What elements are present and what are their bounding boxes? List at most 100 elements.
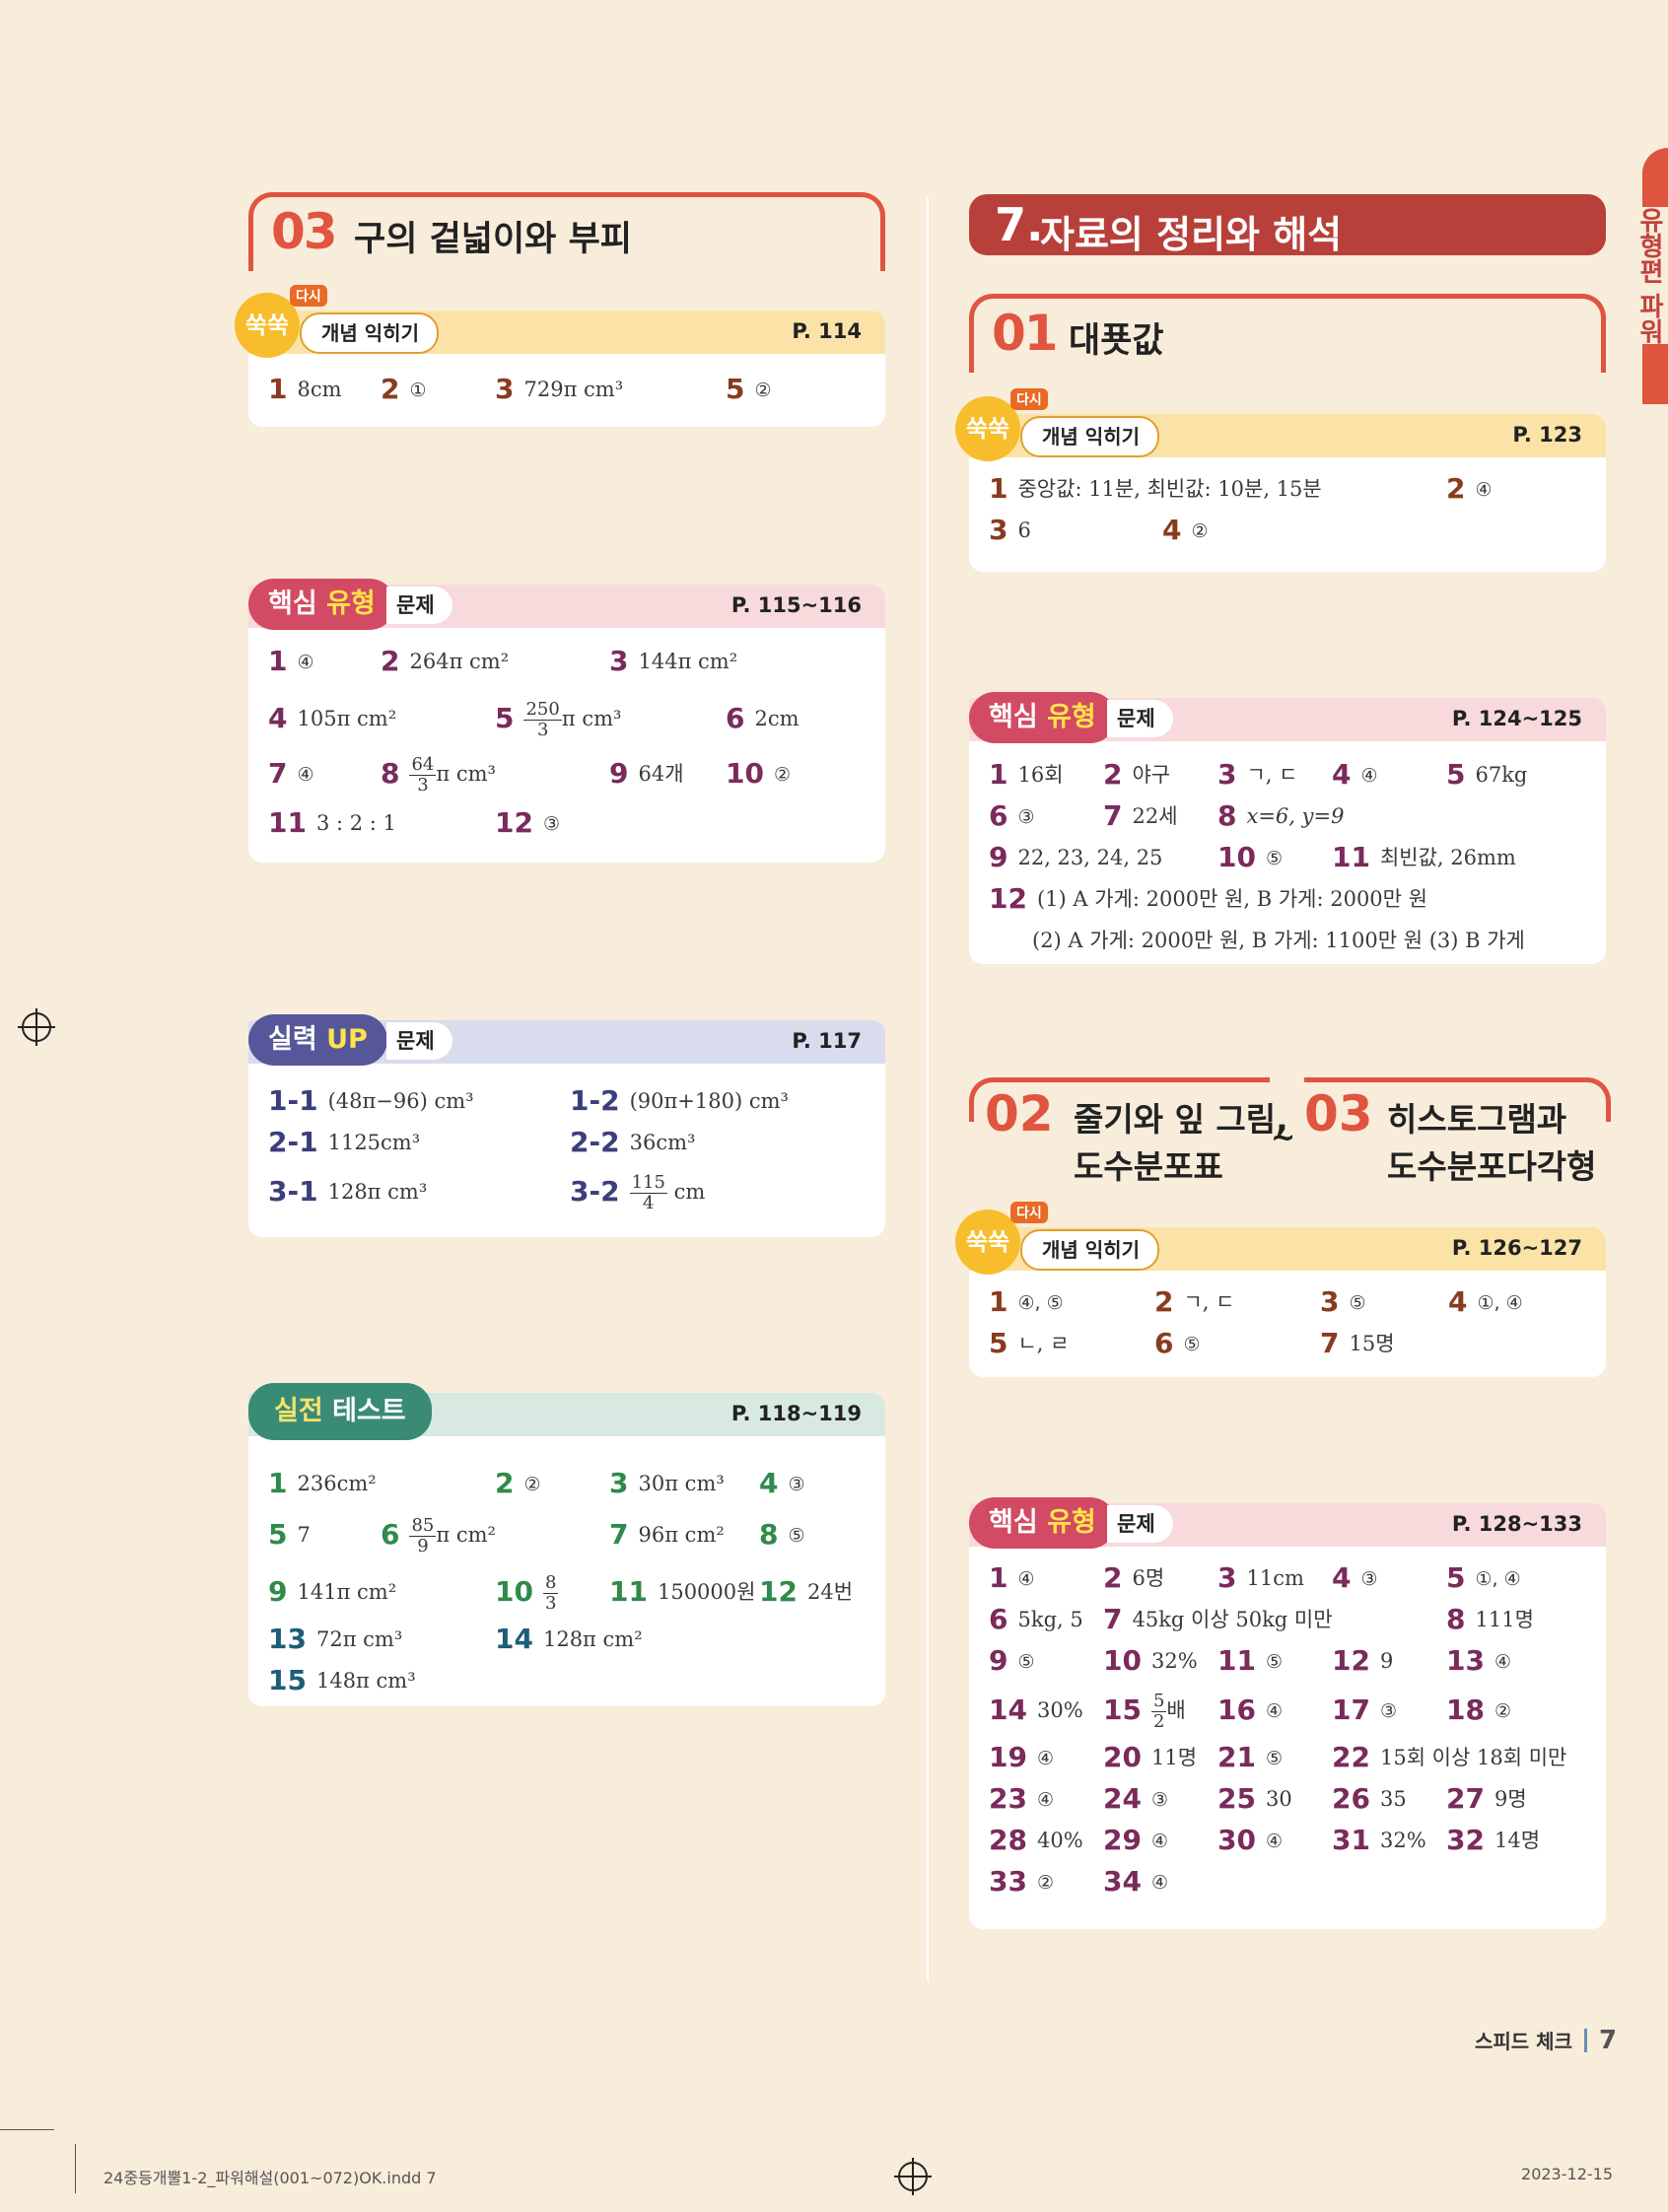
answer-item: 26 35 bbox=[1332, 1779, 1407, 1819]
answer-value: 128π cm² bbox=[542, 1627, 643, 1651]
answer-item: 10 32% bbox=[1103, 1641, 1198, 1681]
answer-num: 2-2 bbox=[570, 1126, 620, 1158]
answer-value: π cm² bbox=[436, 1523, 496, 1547]
answer-value: ③ bbox=[1150, 1789, 1169, 1811]
answer-num: 2 bbox=[381, 373, 400, 405]
test-box: 실전 테스트 P. 118~119 1 236cm² 2② 3 30π cm³ 4③… bbox=[248, 1383, 885, 1706]
answer-row: 5 ㄴ, ㄹ 6⑤ 7 15명 bbox=[969, 1324, 1606, 1365]
page-ref: P. 128~133 bbox=[1451, 1512, 1582, 1536]
answer-value: ⑤ bbox=[1265, 848, 1284, 869]
answer-num: 23 bbox=[989, 1782, 1027, 1815]
answer-num: 5 bbox=[726, 373, 745, 405]
answer-item: 15 148π cm³ bbox=[268, 1661, 416, 1700]
answer-value: ⑤ bbox=[1183, 1334, 1201, 1355]
answer-num: 8 bbox=[1446, 1603, 1466, 1635]
answer-item: 8⑤ bbox=[759, 1515, 805, 1555]
answer-item: 27 9명 bbox=[1446, 1779, 1527, 1819]
answer-value: ③ bbox=[1379, 1700, 1398, 1722]
dasi-tag: 다시 bbox=[1010, 1202, 1048, 1223]
answer-value: 150000원 bbox=[657, 1580, 756, 1604]
answer-value: 15명 bbox=[1349, 1332, 1395, 1355]
answer-value: ④ bbox=[1475, 479, 1493, 501]
answer-item: 21 ⑤ bbox=[1217, 1738, 1283, 1778]
answer-num: 4 bbox=[1162, 514, 1182, 546]
answer-item: 3 144π cm² bbox=[609, 642, 737, 681]
answer-num: 4 bbox=[268, 702, 288, 734]
section-title-01: 01 대푯값 bbox=[969, 294, 1606, 373]
concept-box-header: 쑥쑥 다시 개념 익히기 P. 126~127 bbox=[955, 1202, 1606, 1275]
file-name: 24중등개뿔1-2_파워해설(001~072)OK.indd 7 bbox=[104, 2169, 437, 2187]
answer-num: 15 bbox=[1103, 1694, 1142, 1726]
answer-row: 33 ② 34 ④ bbox=[969, 1862, 1606, 1903]
denominator: 3 bbox=[536, 720, 549, 740]
answer-num: 9 bbox=[268, 1575, 288, 1608]
answer-row: 28 40% 29 ④ 30 ④ 31 32% 32 14명 bbox=[969, 1821, 1606, 1862]
denominator: 3 bbox=[544, 1593, 557, 1614]
answer-row: 9⑤ 10 32% 11 ⑤ 12 9 13 ④ bbox=[969, 1641, 1606, 1683]
answer-num: 4 bbox=[1332, 1561, 1352, 1594]
answer-value: 45kg 이상 50kg 미만 bbox=[1132, 1608, 1333, 1631]
answer-value: 148π cm³ bbox=[315, 1669, 416, 1693]
answer-value: 8cm bbox=[297, 378, 342, 401]
answer-item: 11 최빈값, 26mm bbox=[1332, 838, 1516, 877]
answer-num: 3-2 bbox=[570, 1175, 620, 1208]
core-pill: 핵심 유형 bbox=[969, 1497, 1116, 1549]
core-box-header: 핵심 유형 문제 P. 124~125 bbox=[969, 692, 1606, 743]
answer-num: 6 bbox=[381, 1518, 400, 1551]
answer-value: ④ bbox=[1360, 765, 1378, 787]
up-answers: 1-1 (48π−96) cm³ 1-2 (90π+180) cm³ 2-1 1125… bbox=[248, 1064, 885, 1217]
section-number: 03 bbox=[271, 203, 338, 260]
answer-item: 36 bbox=[989, 511, 1031, 550]
answer-num: 33 bbox=[989, 1865, 1027, 1898]
answer-num: 29 bbox=[1103, 1824, 1142, 1856]
section-title-b1: 히스토그램과 bbox=[1387, 1100, 1567, 1139]
answer-value: ④ bbox=[1036, 1789, 1055, 1811]
answer-item: 1④ bbox=[989, 1558, 1035, 1599]
answer-item: 2① bbox=[381, 370, 427, 410]
answer-value: ①, ④ bbox=[1477, 1292, 1523, 1314]
crop-mark bbox=[0, 2129, 54, 2130]
answer-value: (48π−96) cm³ bbox=[327, 1089, 474, 1113]
answer-value: 32% bbox=[1150, 1649, 1198, 1673]
fraction: 83 bbox=[542, 1572, 559, 1614]
answer-num: 11 bbox=[1217, 1644, 1256, 1677]
answer-item: 2② bbox=[495, 1464, 541, 1504]
answer-value: cm bbox=[673, 1180, 706, 1204]
answer-num: 6 bbox=[726, 702, 745, 734]
answer-item: 32 14명 bbox=[1446, 1821, 1540, 1860]
answer-num: 5 bbox=[495, 702, 515, 734]
answer-num: 6 bbox=[1154, 1327, 1174, 1359]
answer-row: 1 16회 2 야구 3 ㄱ, ㄷ 4④ 5 67kg bbox=[969, 755, 1606, 796]
answer-value: 9 bbox=[1379, 1649, 1394, 1673]
answer-item: 3-1 128π cm³ bbox=[268, 1172, 427, 1211]
answer-num: 4 bbox=[759, 1467, 779, 1499]
answer-item: 3⑤ bbox=[1320, 1282, 1366, 1323]
answer-row: 1 236cm² 2② 3 30π cm³ 4③ bbox=[248, 1464, 885, 1511]
answer-row: 1 8cm 2① 3 729π cm³ 5② bbox=[248, 370, 885, 411]
core-pill: 핵심 유형 bbox=[969, 692, 1116, 743]
answer-num: 3 bbox=[989, 514, 1008, 546]
answer-row: 7④ 8 64 3 π cm³ 9 64개 10 ② bbox=[248, 748, 885, 803]
answer-value: ② bbox=[1494, 1700, 1512, 1722]
answer-row: 12 (1) A 가게: 2000만 원, B 가게: 2000만 원 bbox=[969, 879, 1606, 921]
page-number: 7 bbox=[1598, 2026, 1618, 2055]
answer-num: 11 bbox=[609, 1575, 648, 1608]
answer-row: 6③ 7 22세 8 x=6, y=9 bbox=[969, 796, 1606, 838]
answer-value: 105π cm² bbox=[297, 707, 397, 730]
up-label-b: UP bbox=[326, 1024, 368, 1055]
answer-value: 35 bbox=[1379, 1787, 1407, 1811]
section-title-a1: 줄기와 잎 그림, bbox=[1074, 1100, 1288, 1139]
answer-row: 14 30% 15 5 2 배 16 ④ 17 ③ 18 ② bbox=[969, 1683, 1606, 1738]
answer-item: 2 ㄱ, ㄷ bbox=[1154, 1282, 1234, 1322]
answer-value: 6 bbox=[1017, 518, 1031, 542]
answer-item: 3 ㄱ, ㄷ bbox=[1217, 755, 1297, 795]
answer-row: (2) A 가게: 2000만 원, B 가게: 1100만 원 (3) B 가… bbox=[969, 921, 1606, 962]
right-column: 01 대푯값 쑥쑥 다시 개념 익히기 P. 123 1 중앙값: 11분, 최빈… bbox=[955, 294, 1611, 1929]
page-ref: P. 117 bbox=[792, 1029, 862, 1053]
answer-item: 5 67kg bbox=[1446, 755, 1527, 795]
core-tail: 문제 bbox=[1107, 700, 1173, 737]
answer-num: 1 bbox=[989, 1285, 1008, 1318]
answer-num: 20 bbox=[1103, 1741, 1142, 1773]
numerator: 8 bbox=[542, 1572, 559, 1594]
answer-item: 18 ② bbox=[1446, 1691, 1511, 1731]
